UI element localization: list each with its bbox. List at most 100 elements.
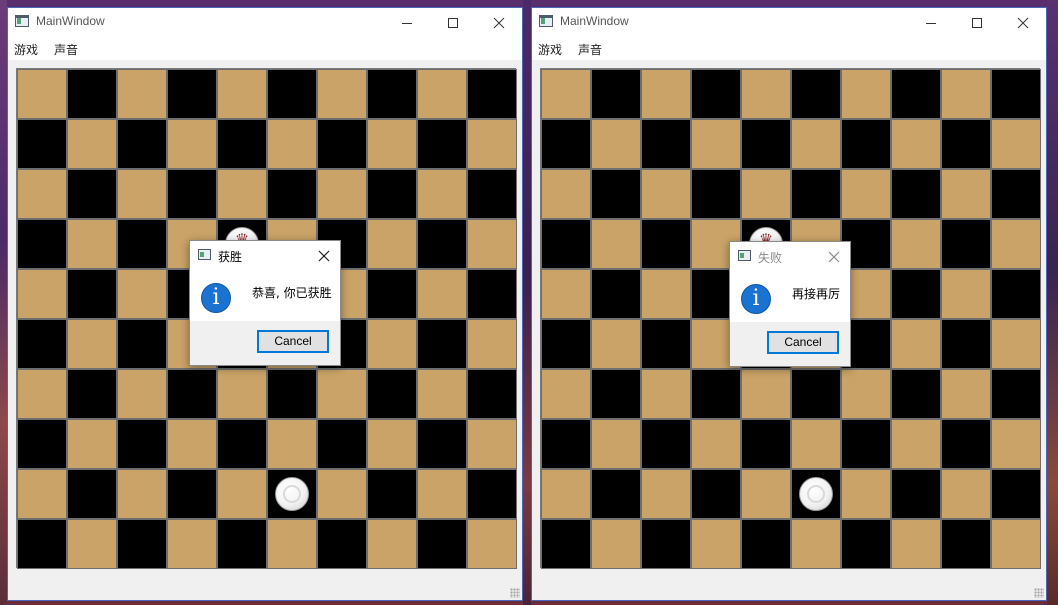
board-square-light[interactable] — [367, 119, 417, 169]
board-square-light[interactable] — [941, 169, 991, 219]
board-square-light[interactable] — [891, 319, 941, 369]
board-square-dark[interactable] — [117, 119, 167, 169]
board-square-light[interactable] — [841, 469, 891, 519]
board-square-dark[interactable] — [117, 219, 167, 269]
board-square-dark[interactable] — [367, 369, 417, 419]
minimize-button[interactable] — [908, 8, 954, 38]
board-square-light[interactable] — [67, 319, 117, 369]
board-square-dark[interactable] — [941, 319, 991, 369]
board-square-dark[interactable] — [691, 169, 741, 219]
board-square-light[interactable] — [417, 469, 467, 519]
board-square-light[interactable] — [791, 419, 841, 469]
checker-piece[interactable] — [275, 477, 309, 511]
board-square-dark[interactable] — [891, 69, 941, 119]
board-square-light[interactable] — [117, 169, 167, 219]
board-square-light[interactable] — [591, 419, 641, 469]
board-square-dark[interactable] — [541, 419, 591, 469]
board-square-light[interactable] — [541, 169, 591, 219]
board-square-light[interactable] — [541, 269, 591, 319]
board-square-dark[interactable] — [367, 69, 417, 119]
board-square-light[interactable] — [17, 269, 67, 319]
board-square-dark[interactable] — [317, 519, 367, 569]
board-square-light[interactable] — [417, 69, 467, 119]
board-square-dark[interactable] — [117, 519, 167, 569]
menu-game[interactable]: 游戏 — [14, 41, 38, 58]
board-square-light[interactable] — [317, 369, 367, 419]
board-square-light[interactable] — [591, 519, 641, 569]
board-square-dark[interactable] — [167, 469, 217, 519]
board-square-dark[interactable] — [541, 319, 591, 369]
board-square-dark[interactable] — [17, 219, 67, 269]
board-square-dark[interactable] — [991, 469, 1041, 519]
board-square-light[interactable] — [991, 319, 1041, 369]
board-square-light[interactable] — [691, 519, 741, 569]
board-square-dark[interactable] — [591, 169, 641, 219]
board-square-light[interactable] — [591, 119, 641, 169]
board-square-light[interactable] — [891, 419, 941, 469]
board-square-dark[interactable] — [991, 169, 1041, 219]
board-square-light[interactable] — [991, 219, 1041, 269]
board-square-dark[interactable] — [641, 119, 691, 169]
board-square-light[interactable] — [417, 169, 467, 219]
board-square-dark[interactable] — [417, 419, 467, 469]
board-square-light[interactable] — [117, 269, 167, 319]
dialog-title-bar[interactable]: 获胜 — [190, 241, 340, 271]
board-square-dark[interactable] — [167, 69, 217, 119]
board-square-light[interactable] — [217, 469, 267, 519]
board-square-dark[interactable] — [467, 369, 517, 419]
board-square-light[interactable] — [941, 69, 991, 119]
board-square-light[interactable] — [741, 469, 791, 519]
title-bar[interactable]: MainWindow — [8, 8, 522, 38]
board-square-dark[interactable] — [467, 169, 517, 219]
board-square-dark[interactable] — [67, 169, 117, 219]
board-square-dark[interactable] — [541, 519, 591, 569]
board-square-light[interactable] — [367, 519, 417, 569]
board-square-dark[interactable] — [117, 319, 167, 369]
board-square-dark[interactable] — [217, 119, 267, 169]
board-square-light[interactable] — [467, 419, 517, 469]
maximize-button[interactable] — [954, 8, 1000, 38]
board-square-light[interactable] — [691, 119, 741, 169]
board-square-dark[interactable] — [591, 369, 641, 419]
dialog-close-button[interactable] — [818, 242, 850, 272]
resize-grip[interactable] — [1034, 588, 1044, 598]
board-square-dark[interactable] — [467, 469, 517, 519]
board-square-dark[interactable] — [841, 519, 891, 569]
menu-sound[interactable]: 声音 — [54, 41, 78, 58]
board-square-light[interactable] — [941, 369, 991, 419]
board-square-dark[interactable] — [841, 119, 891, 169]
board-square-dark[interactable] — [367, 469, 417, 519]
resize-grip[interactable] — [510, 588, 520, 598]
board-square-light[interactable] — [791, 119, 841, 169]
board-square-dark[interactable] — [367, 169, 417, 219]
board-square-light[interactable] — [841, 69, 891, 119]
dialog-title-bar[interactable]: 失败 — [730, 242, 850, 272]
board-square-dark[interactable] — [317, 119, 367, 169]
board-square-light[interactable] — [467, 119, 517, 169]
board-square-light[interactable] — [891, 219, 941, 269]
board-square-light[interactable] — [841, 169, 891, 219]
board-square-light[interactable] — [941, 269, 991, 319]
board-square-light[interactable] — [467, 519, 517, 569]
board-square-light[interactable] — [17, 469, 67, 519]
maximize-button[interactable] — [430, 8, 476, 38]
board-square-light[interactable] — [67, 119, 117, 169]
board-square-dark[interactable] — [891, 269, 941, 319]
board-square-dark[interactable] — [791, 369, 841, 419]
minimize-button[interactable] — [384, 8, 430, 38]
board-square-light[interactable] — [741, 369, 791, 419]
board-square-dark[interactable] — [941, 119, 991, 169]
board-square-dark[interactable] — [691, 469, 741, 519]
board-square-dark[interactable] — [641, 319, 691, 369]
board-square-light[interactable] — [467, 219, 517, 269]
board-square-dark[interactable] — [591, 69, 641, 119]
cancel-button[interactable]: Cancel — [767, 331, 839, 354]
title-bar[interactable]: MainWindow — [532, 8, 1046, 38]
board-square-light[interactable] — [691, 419, 741, 469]
board-square-light[interactable] — [891, 119, 941, 169]
board-square-light[interactable] — [417, 269, 467, 319]
board-square-dark[interactable] — [891, 469, 941, 519]
board-square-light[interactable] — [317, 69, 367, 119]
cancel-button[interactable]: Cancel — [257, 330, 329, 353]
board-square-dark[interactable] — [641, 519, 691, 569]
